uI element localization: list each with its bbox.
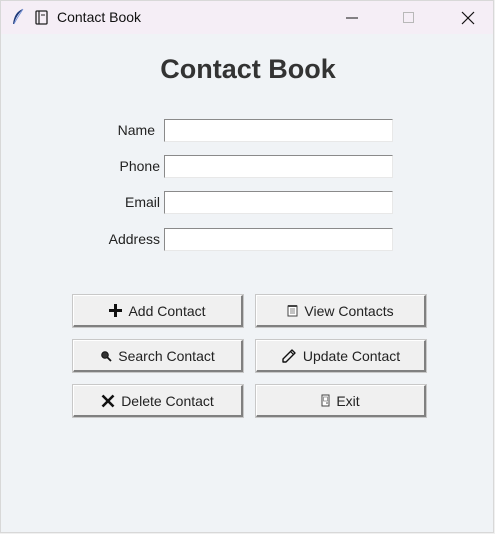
page-title: Contact Book xyxy=(160,54,336,84)
view-contacts-label: View Contacts xyxy=(304,302,394,319)
exit-label: Exit xyxy=(336,392,360,409)
window-title: Contact Book xyxy=(57,9,142,25)
maximize-button[interactable] xyxy=(386,1,432,34)
name-field[interactable] xyxy=(164,119,393,142)
title-bar[interactable]: Contact Book xyxy=(1,1,493,34)
search-contact-label: Search Contact xyxy=(118,347,215,364)
notepad-icon xyxy=(287,304,298,317)
view-contacts-button[interactable]: View Contacts xyxy=(256,295,426,327)
address-field[interactable] xyxy=(164,228,393,251)
add-contact-label: Add Contact xyxy=(128,302,206,319)
phone-field[interactable] xyxy=(164,155,393,178)
book-icon xyxy=(35,10,49,25)
minimize-button[interactable] xyxy=(329,1,375,34)
maximize-icon xyxy=(403,12,414,23)
pencil-icon xyxy=(281,348,297,364)
delete-contact-label: Delete Contact xyxy=(121,392,214,409)
email-label: Email xyxy=(124,194,160,210)
exit-button[interactable]: Exit xyxy=(256,385,426,417)
plus-icon xyxy=(109,304,123,317)
name-label: Name xyxy=(117,122,155,138)
update-contact-button[interactable]: Update Contact xyxy=(256,340,426,372)
close-button[interactable] xyxy=(445,1,491,34)
address-label: Address xyxy=(108,231,160,247)
feather-icon xyxy=(11,8,25,26)
x-icon xyxy=(101,394,115,408)
close-icon xyxy=(461,11,475,25)
update-contact-label: Update Contact xyxy=(302,347,401,364)
app-window: Contact Book Contact Book Name Phone Ema… xyxy=(0,0,494,533)
add-contact-button[interactable]: Add Contact xyxy=(73,295,243,327)
minimize-icon xyxy=(346,17,358,19)
phone-label: Phone xyxy=(119,158,160,174)
delete-contact-button[interactable]: Delete Contact xyxy=(73,385,243,417)
door-icon xyxy=(321,394,330,407)
search-contact-button[interactable]: Search Contact xyxy=(73,340,243,372)
magnifier-icon xyxy=(100,350,112,362)
email-field[interactable] xyxy=(164,191,393,214)
